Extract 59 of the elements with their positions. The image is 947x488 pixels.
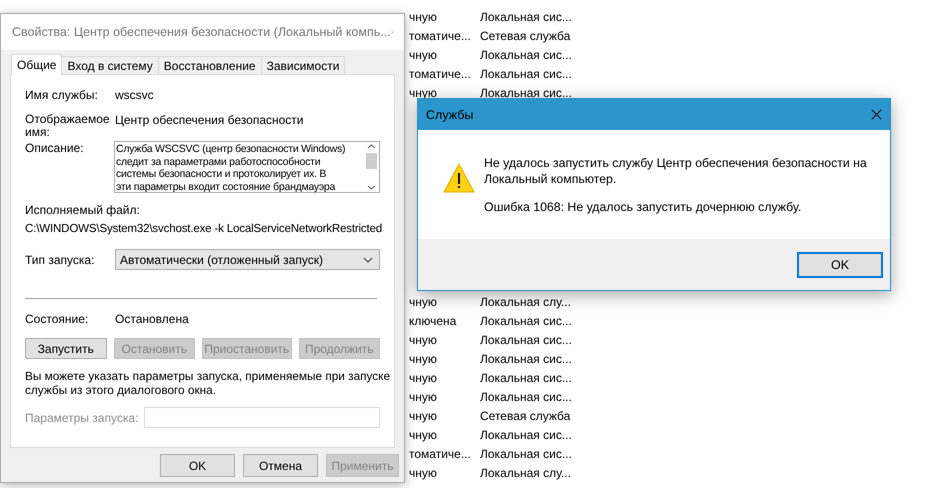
- startup-type-cell-text: томатиче...: [409, 446, 472, 460]
- log-on-cell: Локальная сис...: [480, 390, 572, 404]
- field-label: Исполняемый файл:: [25, 203, 141, 217]
- tab[interactable]: Вход в систему: [61, 56, 159, 74]
- startup-type-cell-text: чную: [409, 332, 438, 346]
- dialog-button[interactable]: OK: [160, 454, 235, 477]
- log-on-cell: Локальная сис...: [480, 446, 572, 460]
- startup-type-cell-text: чную: [409, 428, 438, 442]
- startup-type-cell-text: чную: [409, 466, 438, 480]
- startup-type-cell-text: томатиче...: [409, 28, 472, 42]
- window-title: Службы: [426, 108, 474, 122]
- log-on-cell: Сетевая служба: [480, 408, 570, 422]
- display-name: Центр обеспечения безопасности: [115, 113, 304, 127]
- startup-type-cell-text: чную: [409, 352, 438, 366]
- error-code: Ошибка 1068: Не удалось запустить дочернюю службу.: [484, 199, 802, 215]
- startup-type-cell-text: чную: [409, 390, 438, 404]
- chevron-icon: [363, 256, 373, 262]
- field-label: Параметры запуска:: [25, 410, 138, 424]
- log-on-cell: Локальная сис...: [480, 332, 572, 346]
- error-message: Не удалось запустить службу Центр обеспечения безопасности на Локальный компьютер.: [484, 155, 868, 187]
- dialog-button[interactable]: Отмена: [243, 454, 318, 477]
- field-label: Имя службы:: [25, 88, 99, 102]
- field-label: Состояние:: [25, 312, 90, 326]
- service-status: Остановлена: [115, 312, 189, 326]
- close-icon[interactable]: [871, 109, 882, 120]
- tab[interactable]: Общие: [11, 54, 62, 75]
- startup-type-cell-text: чную: [409, 86, 438, 100]
- log-on-cell: Локальная сис...: [480, 10, 572, 24]
- executable-path: C:\WINDOWS\System32\svchost.exe -k LocalServiceNetworkRestricted: [25, 222, 380, 235]
- log-on-cell: Локальная сис...: [480, 86, 572, 100]
- ok-button[interactable]: OK: [797, 252, 883, 278]
- startup-type-cell-text: чную: [409, 370, 438, 384]
- log-on-cell: Локальная слу...: [480, 294, 571, 308]
- startup-type-cell-text: чную: [409, 48, 438, 62]
- log-on-cell: Локальная сис...: [480, 66, 572, 80]
- startup-type-cell-text: ключена: [409, 314, 458, 328]
- startup-type-cell-text: чную: [409, 408, 438, 422]
- service-name: wscsvc: [115, 88, 154, 102]
- hint-text: Вы можете указать параметры запуска, применяемые при запуске службы из этого диалогового окна.: [25, 369, 392, 397]
- field-label: Отображаемое имя:: [25, 113, 111, 139]
- scrollbar-drawing[interactable]: [364, 142, 379, 192]
- log-on-cell: Локальная сис...: [480, 370, 572, 384]
- field-label: Тип запуска:: [25, 252, 96, 266]
- log-on-cell: Локальная слу...: [480, 466, 571, 480]
- service-button[interactable]: Запустить: [25, 338, 107, 359]
- window-title: Свойства: Центр обеспечения безопасности (Локальный компь...: [12, 25, 391, 39]
- log-on-cell: Локальная сис...: [480, 314, 572, 328]
- field-label: Описание:: [25, 141, 85, 155]
- startup-type-dropdown[interactable]: Автоматически (отложенный запуск): [115, 249, 380, 270]
- startup-type-cell-text: чную: [409, 10, 438, 24]
- startup-type-cell-text: чную: [409, 294, 438, 308]
- startup-type-cell-text: томатиче...: [409, 66, 472, 80]
- description-box[interactable]: Служба WSCSVC (центр безопасности Windows) следит за параметрами работоспособности системы безопасности и протоколирует их. В эти параметры входит состояние брандмауэра: [114, 141, 380, 193]
- tab[interactable]: Зависимости: [260, 56, 346, 74]
- warning-icon: [443, 163, 475, 193]
- log-on-cell: Локальная сис...: [480, 48, 572, 62]
- log-on-cell: Локальная сис...: [480, 428, 572, 442]
- log-on-cell: Сетевая служба: [480, 28, 570, 42]
- log-on-cell: Локальная сис...: [480, 352, 572, 366]
